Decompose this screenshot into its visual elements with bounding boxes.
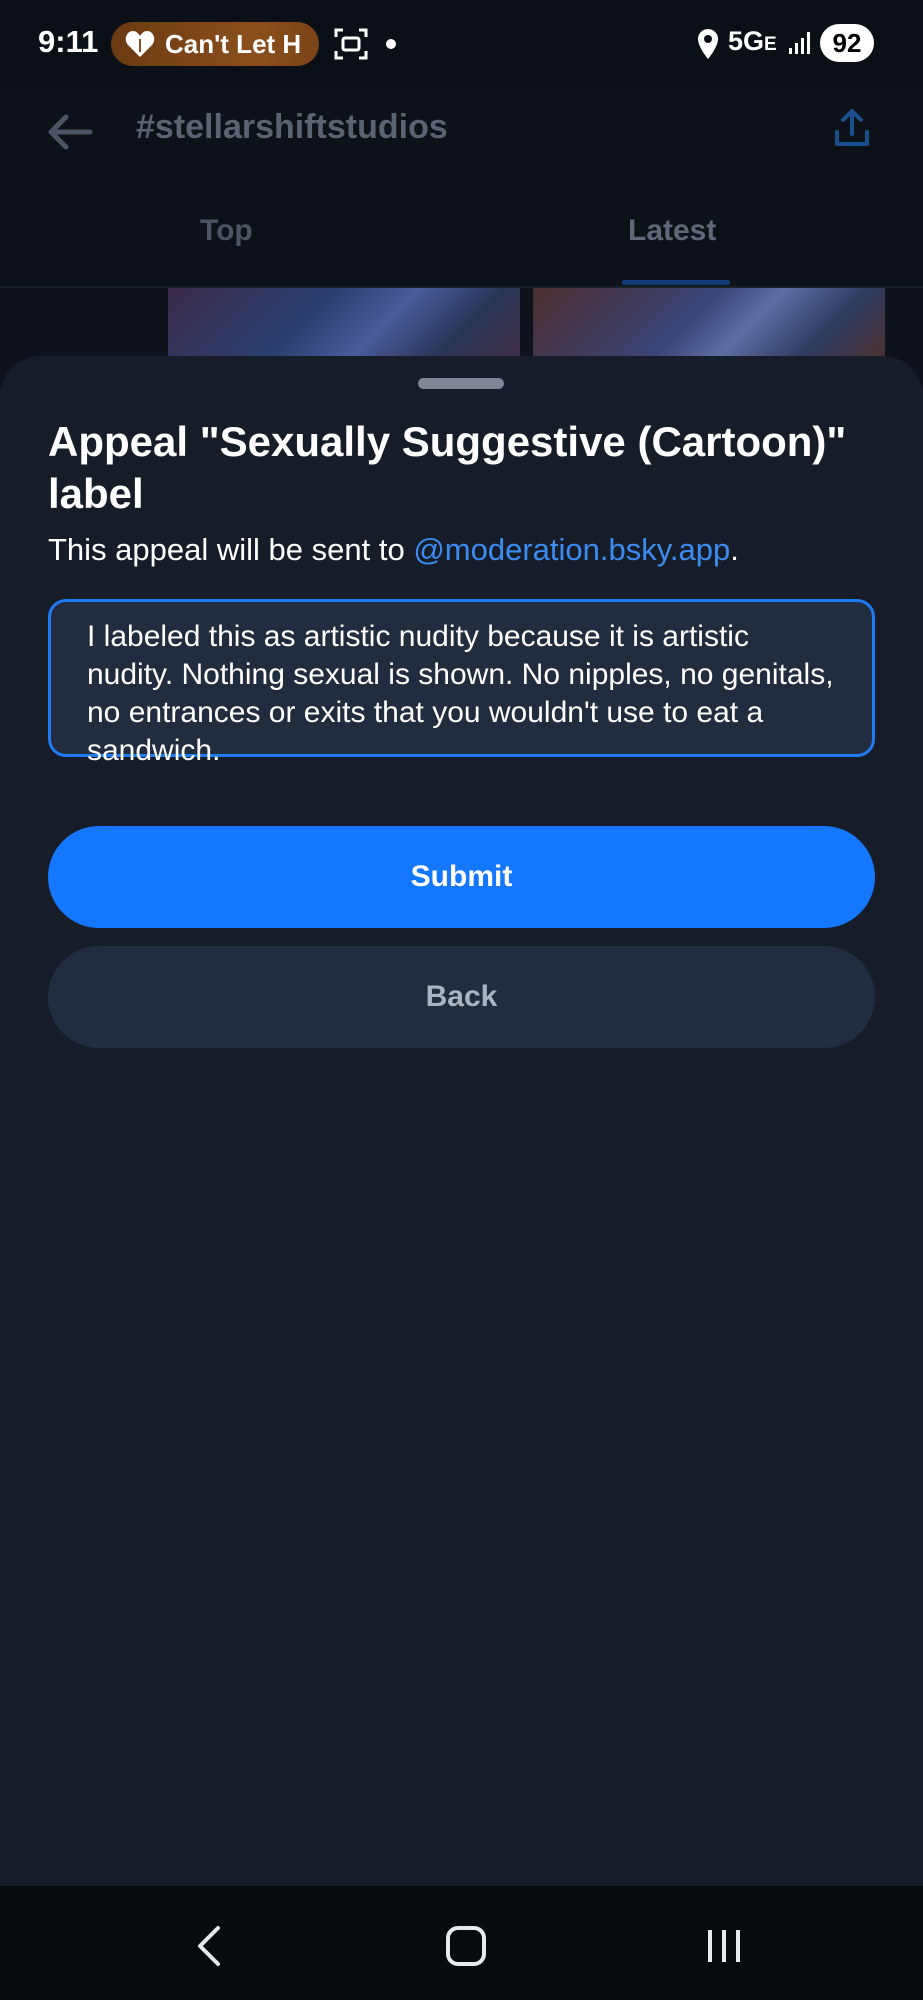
signal-icon [789, 32, 810, 54]
media-notification-text: Can't Let H [165, 28, 302, 59]
page-title: #stellarshiftstudios [136, 108, 448, 146]
location-icon [698, 29, 718, 59]
post-image-thumbnail[interactable] [533, 288, 885, 358]
moderation-service-link[interactable]: @moderation.bsky.app [413, 532, 730, 567]
media-notification-pill[interactable]: Can't Let H [111, 22, 319, 66]
back-arrow-icon[interactable] [46, 112, 94, 152]
system-navigation-bar [0, 1886, 923, 2000]
tab-latest[interactable]: Latest [628, 214, 716, 248]
nav-back-icon[interactable] [192, 1924, 226, 1968]
appeal-text-value: I labeled this as artistic nudity becaus… [87, 620, 834, 767]
nav-recents-icon[interactable] [704, 1926, 744, 1966]
post-image-thumbnail[interactable] [168, 288, 520, 358]
notification-dot [386, 39, 396, 49]
appeal-text-input[interactable]: I labeled this as artistic nudity becaus… [48, 599, 875, 767]
status-time: 9:11 [38, 24, 99, 59]
share-icon[interactable] [834, 108, 870, 148]
back-button[interactable]: Back [48, 946, 875, 1048]
submit-button[interactable]: Submit [48, 826, 875, 928]
screenshot-icon [334, 28, 368, 60]
sheet-title: Appeal "Sexually Suggestive (Cartoon)" l… [48, 418, 847, 517]
sheet-drag-handle[interactable] [418, 378, 504, 389]
appeal-bottom-sheet: Appeal "Sexually Suggestive (Cartoon)" l… [0, 356, 923, 1886]
heart-icon [125, 31, 155, 57]
battery-indicator: 92 [820, 24, 874, 62]
nav-home-icon[interactable] [446, 1926, 486, 1966]
network-type: 5GE [728, 26, 777, 56]
tab-top[interactable]: Top [200, 214, 253, 248]
status-bar: 9:11 Can't Let H 5GE 92 [0, 0, 923, 90]
sheet-subtitle: This appeal will be sent to @moderation.… [48, 532, 739, 568]
subtitle-suffix: . [730, 532, 739, 567]
active-tab-indicator [622, 280, 730, 285]
subtitle-prefix: This appeal will be sent to [48, 532, 414, 567]
page-header: #stellarshiftstudios Top Latest [0, 90, 923, 290]
